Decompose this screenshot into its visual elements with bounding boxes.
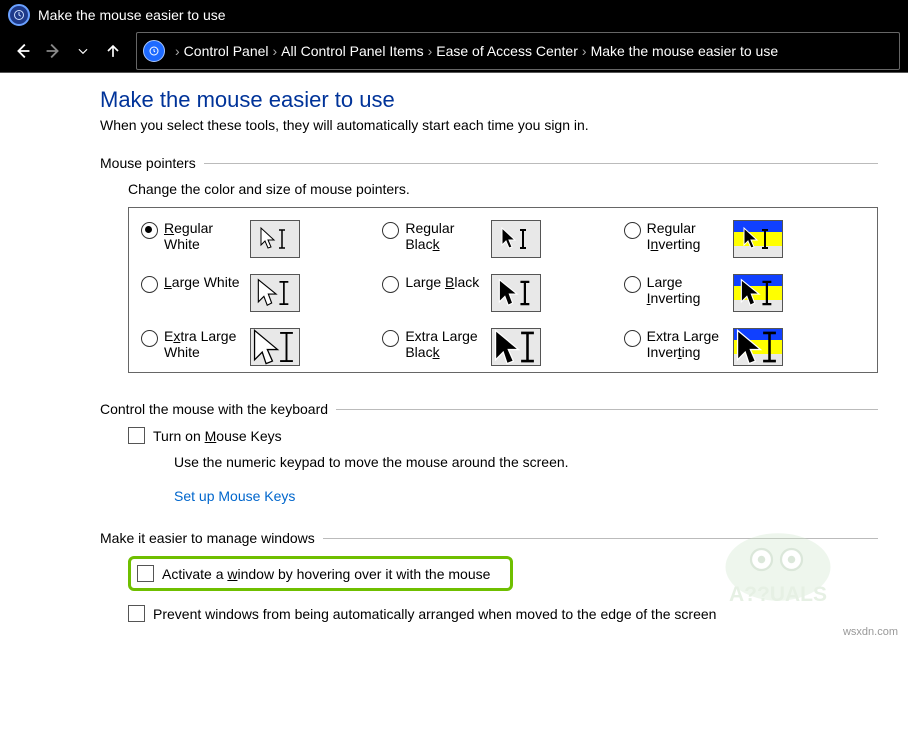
section-divider: [336, 409, 878, 410]
radio-label: Extra Large Inverting: [647, 328, 729, 360]
nav-back-button[interactable]: [8, 33, 38, 69]
radio-icon: [382, 276, 399, 293]
section-mouse-pointers: Mouse pointers: [100, 155, 878, 171]
radio-icon: [624, 330, 641, 347]
pointer-swatch: [491, 274, 541, 312]
pointer-swatch: [250, 220, 300, 258]
radio-label: Large Inverting: [647, 274, 729, 306]
pointer-options-group: Regular White Regular Black Regular Inve…: [128, 207, 878, 373]
chevron-right-icon: ›: [273, 43, 278, 59]
chevron-right-icon: ›: [582, 43, 587, 59]
page-subtitle: When you select these tools, they will a…: [100, 117, 878, 133]
pointer-swatch: [250, 274, 300, 312]
radio-label: Regular Black: [405, 220, 487, 252]
section-divider: [323, 538, 878, 539]
radio-label: Extra Large Black: [405, 328, 487, 360]
pointer-option-regular-black[interactable]: Regular Black: [382, 220, 623, 258]
page-heading: Make the mouse easier to use: [100, 87, 878, 113]
radio-icon: [624, 222, 641, 239]
checkbox-prevent-snap[interactable]: Prevent windows from being automatically…: [128, 605, 878, 622]
pointer-option-regular-inverting[interactable]: Regular Inverting: [624, 220, 865, 258]
pointer-option-xl-inverting[interactable]: Extra Large Inverting: [624, 328, 865, 366]
checkbox-mouse-keys[interactable]: Turn on Mouse Keys: [128, 427, 878, 444]
address-bar[interactable]: › Control Panel › All Control Panel Item…: [136, 32, 900, 70]
section-label: Mouse pointers: [100, 155, 196, 171]
pointer-swatch: [733, 328, 783, 366]
radio-icon: [382, 222, 399, 239]
checkbox-icon: [137, 565, 154, 582]
breadcrumb-segment[interactable]: All Control Panel Items: [281, 43, 423, 59]
radio-label: Large Black: [405, 274, 487, 290]
breadcrumb-segment[interactable]: Make the mouse easier to use: [591, 43, 779, 59]
pointer-option-large-inverting[interactable]: Large Inverting: [624, 274, 865, 312]
nav-toolbar: › Control Panel › All Control Panel Item…: [0, 30, 908, 73]
radio-label: Regular White: [164, 220, 246, 252]
checkbox-label: Activate a window by hovering over it wi…: [162, 566, 490, 582]
setup-mouse-keys-link[interactable]: Set up Mouse Keys: [174, 488, 295, 504]
pointer-option-xl-white[interactable]: Extra Large White: [141, 328, 382, 366]
section-label: Make it easier to manage windows: [100, 530, 315, 546]
control-panel-icon: [8, 4, 30, 26]
pointer-swatch: [491, 220, 541, 258]
chevron-right-icon: ›: [428, 43, 433, 59]
nav-recent-button[interactable]: [68, 33, 98, 69]
radio-label: Regular Inverting: [647, 220, 729, 252]
radio-icon: [141, 276, 158, 293]
checkbox-label: Turn on Mouse Keys: [153, 428, 282, 444]
pointer-desc: Change the color and size of mouse point…: [128, 181, 878, 197]
watermark-text: wsxdn.com: [843, 626, 898, 638]
section-divider: [204, 163, 878, 164]
checkbox-hover-activate[interactable]: Activate a window by hovering over it wi…: [137, 565, 490, 582]
breadcrumb-segment[interactable]: Control Panel: [184, 43, 269, 59]
highlighted-option: Activate a window by hovering over it wi…: [128, 556, 513, 591]
pointer-option-xl-black[interactable]: Extra Large Black: [382, 328, 623, 366]
checkbox-icon: [128, 427, 145, 444]
section-manage-windows: Make it easier to manage windows: [100, 530, 878, 546]
section-label: Control the mouse with the keyboard: [100, 401, 328, 417]
checkbox-icon: [128, 605, 145, 622]
pointer-option-large-white[interactable]: Large White: [141, 274, 382, 312]
radio-icon: [141, 330, 158, 347]
page-content: Make the mouse easier to use When you se…: [0, 73, 908, 642]
nav-forward-button[interactable]: [38, 33, 68, 69]
pointer-swatch: [733, 274, 783, 312]
chevron-right-icon: ›: [175, 43, 180, 59]
breadcrumb-segment[interactable]: Ease of Access Center: [436, 43, 578, 59]
section-keyboard: Control the mouse with the keyboard: [100, 401, 878, 417]
window-title: Make the mouse easier to use: [38, 7, 226, 23]
mouse-keys-help: Use the numeric keypad to move the mouse…: [174, 454, 878, 470]
pointer-swatch: [250, 328, 300, 366]
pointer-swatch: [491, 328, 541, 366]
titlebar: Make the mouse easier to use: [0, 0, 908, 30]
radio-icon: [382, 330, 399, 347]
radio-icon: [624, 276, 641, 293]
radio-label: Extra Large White: [164, 328, 246, 360]
pointer-option-large-black[interactable]: Large Black: [382, 274, 623, 312]
radio-label: Large White: [164, 274, 246, 290]
checkbox-label: Prevent windows from being automatically…: [153, 606, 716, 622]
pointer-swatch: [733, 220, 783, 258]
radio-icon: [141, 222, 158, 239]
control-panel-addr-icon: [143, 40, 165, 62]
nav-up-button[interactable]: [98, 33, 128, 69]
pointer-option-regular-white[interactable]: Regular White: [141, 220, 382, 258]
